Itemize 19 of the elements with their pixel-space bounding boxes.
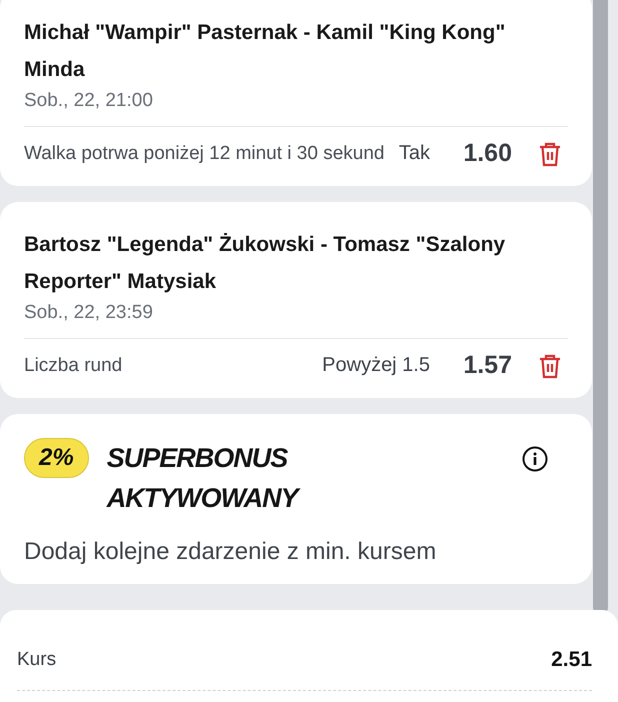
odds-value: 1.57 <box>462 351 512 380</box>
market-name: Walka potrwa poniżej 12 minut i 30 sekund <box>24 142 386 166</box>
market-name: Liczba rund <box>24 354 124 378</box>
bonus-badge: 2% <box>24 438 89 478</box>
selection-text: Powyżej 1.5 <box>322 354 430 377</box>
total-odds: 2.51 <box>551 648 592 672</box>
event-date: Sob., 22, 21:00 <box>24 90 154 112</box>
event-title: Bartosz "Legenda" Żukowski - Tomasz "Szalony Reporter" Matysiak <box>24 232 506 295</box>
scrollbar[interactable] <box>593 0 608 612</box>
odds-value: 1.60 <box>462 139 512 168</box>
trash-icon[interactable] <box>538 140 562 166</box>
superbonus-title: SUPERBONUS AKTYWOWANY <box>106 438 427 518</box>
odds-label: Kurs <box>17 649 56 671</box>
info-icon[interactable] <box>522 446 548 472</box>
trash-icon[interactable] <box>538 352 562 378</box>
event-title: Michał "Wampir" Pasternak - Kamil "King Kong" Minda <box>24 20 506 83</box>
event-date: Sob., 22, 23:59 <box>24 302 154 324</box>
selection-text: Tak <box>398 142 430 165</box>
superbonus-text: Dodaj kolejne zdarzenie z min. kursem <box>24 538 438 566</box>
